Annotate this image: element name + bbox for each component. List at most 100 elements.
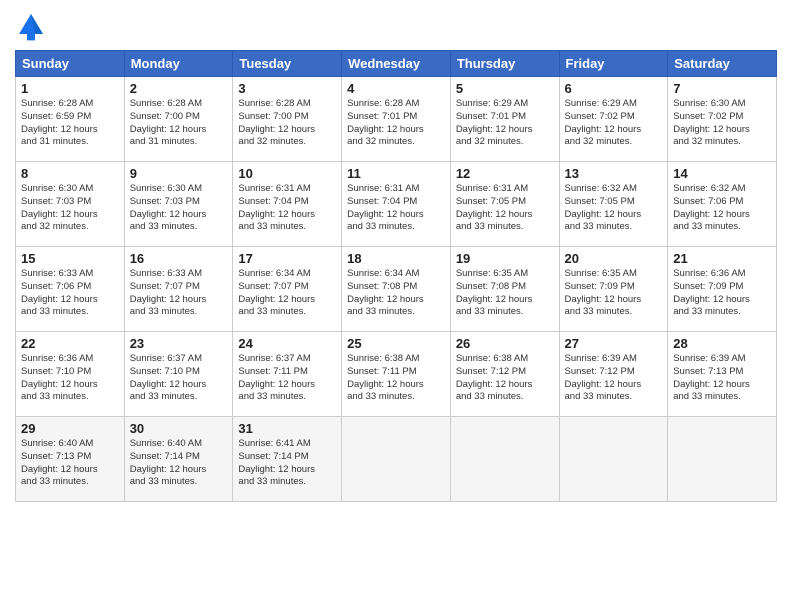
day-cell-27: 27 Sunrise: 6:39 AM Sunset: 7:12 PM Dayli… [559, 332, 668, 417]
day-cell-28: 28 Sunrise: 6:39 AM Sunset: 7:13 PM Dayli… [668, 332, 777, 417]
day-number: 29 [21, 421, 119, 436]
day-info: Sunrise: 6:36 AM Sunset: 7:10 PM Dayligh… [21, 353, 119, 404]
day-info: Sunrise: 6:34 AM Sunset: 7:08 PM Dayligh… [347, 268, 445, 319]
day-number: 3 [238, 81, 336, 96]
day-info: Sunrise: 6:37 AM Sunset: 7:10 PM Dayligh… [130, 353, 228, 404]
day-cell-30: 30 Sunrise: 6:40 AM Sunset: 7:14 PM Dayli… [124, 417, 233, 502]
day-number: 10 [238, 166, 336, 181]
day-number: 25 [347, 336, 445, 351]
day-number: 31 [238, 421, 336, 436]
day-number: 28 [673, 336, 771, 351]
day-info: Sunrise: 6:35 AM Sunset: 7:09 PM Dayligh… [565, 268, 663, 319]
day-cell-17: 17 Sunrise: 6:34 AM Sunset: 7:07 PM Dayli… [233, 247, 342, 332]
day-info: Sunrise: 6:41 AM Sunset: 7:14 PM Dayligh… [238, 438, 336, 489]
day-info: Sunrise: 6:35 AM Sunset: 7:08 PM Dayligh… [456, 268, 554, 319]
day-number: 5 [456, 81, 554, 96]
day-cell-23: 23 Sunrise: 6:37 AM Sunset: 7:10 PM Dayli… [124, 332, 233, 417]
day-info: Sunrise: 6:30 AM Sunset: 7:03 PM Dayligh… [130, 183, 228, 234]
day-cell-31: 31 Sunrise: 6:41 AM Sunset: 7:14 PM Dayli… [233, 417, 342, 502]
day-info: Sunrise: 6:30 AM Sunset: 7:03 PM Dayligh… [21, 183, 119, 234]
header [15, 10, 777, 42]
day-number: 13 [565, 166, 663, 181]
day-cell-24: 24Sunrise: 6:37 AM Sunset: 7:11 PM Dayli… [233, 332, 342, 417]
day-cell-9: 9 Sunrise: 6:30 AM Sunset: 7:03 PM Daylig… [124, 162, 233, 247]
empty-cell [668, 417, 777, 502]
week-row-4: 22 Sunrise: 6:36 AM Sunset: 7:10 PM Dayli… [16, 332, 777, 417]
day-number: 7 [673, 81, 771, 96]
day-number: 8 [21, 166, 119, 181]
day-info: Sunrise: 6:36 AM Sunset: 7:09 PM Dayligh… [673, 268, 771, 319]
logo-icon [15, 10, 47, 42]
day-number: 24 [238, 336, 336, 351]
day-cell-10: 10 Sunrise: 6:31 AM Sunset: 7:04 PM Dayli… [233, 162, 342, 247]
day-info: Sunrise: 6:31 AM Sunset: 7:05 PM Dayligh… [456, 183, 554, 234]
day-info: Sunrise: 6:28 AM Sunset: 6:59 PM Dayligh… [21, 98, 119, 149]
day-info: Sunrise: 6:31 AM Sunset: 7:04 PM Dayligh… [347, 183, 445, 234]
day-cell-26: 26Sunrise: 6:38 AM Sunset: 7:12 PM Dayli… [450, 332, 559, 417]
weekday-saturday: Saturday [668, 51, 777, 77]
day-info: Sunrise: 6:29 AM Sunset: 7:02 PM Dayligh… [565, 98, 663, 149]
day-cell-29: 29 Sunrise: 6:40 AM Sunset: 7:13 PM Dayli… [16, 417, 125, 502]
weekday-friday: Friday [559, 51, 668, 77]
day-cell-7: 7 Sunrise: 6:30 AM Sunset: 7:02 PM Daylig… [668, 77, 777, 162]
day-info: Sunrise: 6:28 AM Sunset: 7:00 PM Dayligh… [130, 98, 228, 149]
weekday-monday: Monday [124, 51, 233, 77]
day-number: 22 [21, 336, 119, 351]
day-info: Sunrise: 6:40 AM Sunset: 7:14 PM Dayligh… [130, 438, 228, 489]
day-info: Sunrise: 6:30 AM Sunset: 7:02 PM Dayligh… [673, 98, 771, 149]
day-cell-4: 4 Sunrise: 6:28 AM Sunset: 7:01 PM Daylig… [342, 77, 451, 162]
empty-cell [559, 417, 668, 502]
day-cell-18: 18 Sunrise: 6:34 AM Sunset: 7:08 PM Dayli… [342, 247, 451, 332]
day-info: Sunrise: 6:39 AM Sunset: 7:12 PM Dayligh… [565, 353, 663, 404]
day-number: 18 [347, 251, 445, 266]
weekday-thursday: Thursday [450, 51, 559, 77]
day-info: Sunrise: 6:39 AM Sunset: 7:13 PM Dayligh… [673, 353, 771, 404]
week-row-2: 8 Sunrise: 6:30 AM Sunset: 7:03 PM Daylig… [16, 162, 777, 247]
day-cell-5: 5 Sunrise: 6:29 AM Sunset: 7:01 PM Daylig… [450, 77, 559, 162]
day-number: 17 [238, 251, 336, 266]
day-number: 6 [565, 81, 663, 96]
weekday-header-row: SundayMondayTuesdayWednesdayThursdayFrid… [16, 51, 777, 77]
day-number: 27 [565, 336, 663, 351]
day-number: 20 [565, 251, 663, 266]
day-cell-8: 8 Sunrise: 6:30 AM Sunset: 7:03 PM Daylig… [16, 162, 125, 247]
day-cell-22: 22 Sunrise: 6:36 AM Sunset: 7:10 PM Dayli… [16, 332, 125, 417]
day-number: 26 [456, 336, 554, 351]
day-info: Sunrise: 6:29 AM Sunset: 7:01 PM Dayligh… [456, 98, 554, 149]
day-cell-11: 11Sunrise: 6:31 AM Sunset: 7:04 PM Dayli… [342, 162, 451, 247]
week-row-5: 29 Sunrise: 6:40 AM Sunset: 7:13 PM Dayli… [16, 417, 777, 502]
week-row-3: 15Sunrise: 6:33 AM Sunset: 7:06 PM Dayli… [16, 247, 777, 332]
weekday-tuesday: Tuesday [233, 51, 342, 77]
day-number: 9 [130, 166, 228, 181]
day-info: Sunrise: 6:31 AM Sunset: 7:04 PM Dayligh… [238, 183, 336, 234]
day-info: Sunrise: 6:32 AM Sunset: 7:05 PM Dayligh… [565, 183, 663, 234]
day-cell-2: 2 Sunrise: 6:28 AM Sunset: 7:00 PM Daylig… [124, 77, 233, 162]
day-info: Sunrise: 6:40 AM Sunset: 7:13 PM Dayligh… [21, 438, 119, 489]
day-cell-12: 12Sunrise: 6:31 AM Sunset: 7:05 PM Dayli… [450, 162, 559, 247]
day-info: Sunrise: 6:32 AM Sunset: 7:06 PM Dayligh… [673, 183, 771, 234]
day-number: 4 [347, 81, 445, 96]
day-info: Sunrise: 6:34 AM Sunset: 7:07 PM Dayligh… [238, 268, 336, 319]
day-info: Sunrise: 6:28 AM Sunset: 7:01 PM Dayligh… [347, 98, 445, 149]
day-cell-1: 1Sunrise: 6:28 AM Sunset: 6:59 PM Daylig… [16, 77, 125, 162]
day-cell-13: 13 Sunrise: 6:32 AM Sunset: 7:05 PM Dayli… [559, 162, 668, 247]
day-number: 21 [673, 251, 771, 266]
day-cell-14: 14Sunrise: 6:32 AM Sunset: 7:06 PM Dayli… [668, 162, 777, 247]
day-cell-15: 15Sunrise: 6:33 AM Sunset: 7:06 PM Dayli… [16, 247, 125, 332]
day-number: 23 [130, 336, 228, 351]
day-info: Sunrise: 6:28 AM Sunset: 7:00 PM Dayligh… [238, 98, 336, 149]
empty-cell [342, 417, 451, 502]
day-info: Sunrise: 6:33 AM Sunset: 7:07 PM Dayligh… [130, 268, 228, 319]
day-number: 2 [130, 81, 228, 96]
weekday-sunday: Sunday [16, 51, 125, 77]
day-number: 15 [21, 251, 119, 266]
day-cell-19: 19Sunrise: 6:35 AM Sunset: 7:08 PM Dayli… [450, 247, 559, 332]
day-cell-20: 20 Sunrise: 6:35 AM Sunset: 7:09 PM Dayli… [559, 247, 668, 332]
logo [15, 10, 51, 42]
day-cell-16: 16Sunrise: 6:33 AM Sunset: 7:07 PM Dayli… [124, 247, 233, 332]
day-number: 30 [130, 421, 228, 436]
day-cell-3: 3 Sunrise: 6:28 AM Sunset: 7:00 PM Daylig… [233, 77, 342, 162]
empty-cell [450, 417, 559, 502]
calendar-table: SundayMondayTuesdayWednesdayThursdayFrid… [15, 50, 777, 502]
week-row-1: 1Sunrise: 6:28 AM Sunset: 6:59 PM Daylig… [16, 77, 777, 162]
